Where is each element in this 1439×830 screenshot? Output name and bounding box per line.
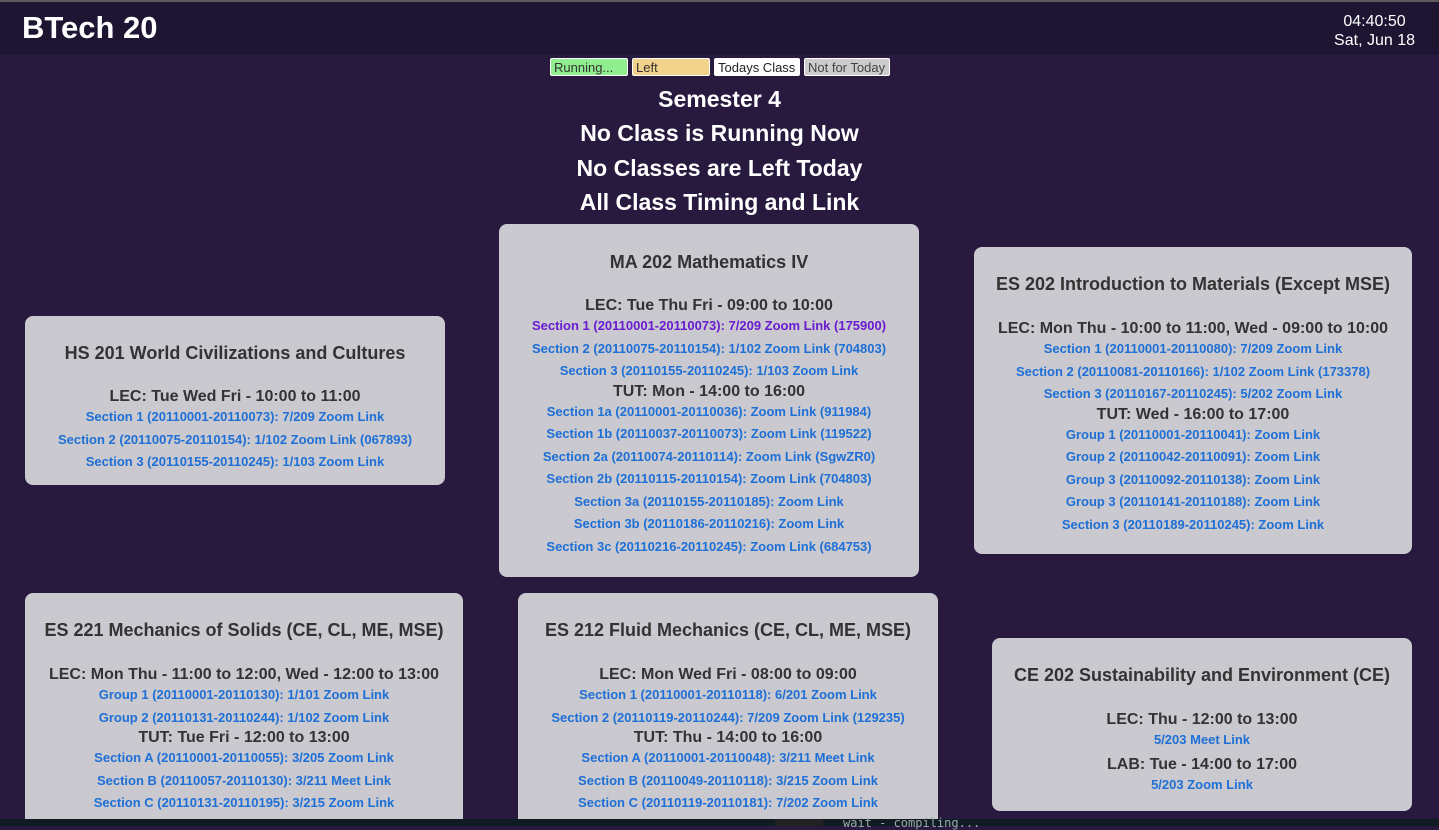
app-title: BTech 20 — [22, 10, 158, 45]
class-link[interactable]: Section C (20110119-20110181): 7/202 Zoo… — [518, 792, 938, 815]
class-link[interactable]: Section 3 (20110167-20110245): 5/202 Zoo… — [974, 383, 1412, 406]
terminal-strip: wait - compiling... — [0, 816, 1439, 830]
all-classes-heading: All Class Timing and Link — [579, 189, 860, 215]
class-link[interactable]: Section 1a (20110001-20110036): Zoom Lin… — [499, 401, 919, 424]
class-link[interactable]: Section 1 (20110001-20110080): 7/209 Zoo… — [974, 338, 1412, 361]
course-card-es212: ES 212 Fluid Mechanics (CE, CL, ME, MSE)… — [518, 593, 938, 826]
tutorial-timing: TUT: Tue Fri - 12:00 to 13:00 — [138, 729, 350, 746]
course-card-es221: ES 221 Mechanics of Solids (CE, CL, ME, … — [25, 593, 463, 826]
legend-not-today: Not for Today — [804, 58, 890, 76]
header-bar: BTech 20 04:40:50 Sat, Jun 18 — [0, 2, 1439, 55]
class-link[interactable]: Section 1 (20110001-20110073): 7/209 Zoo… — [25, 406, 445, 429]
course-title: ES 212 Fluid Mechanics (CE, CL, ME, MSE) — [544, 620, 912, 640]
class-link[interactable]: Section 2 (20110075-20110154): 1/102 Zoo… — [499, 338, 919, 361]
lecture-timing: LEC: Mon Wed Fri - 08:00 to 09:00 — [599, 666, 857, 683]
terminal-output: wait - compiling... — [843, 816, 981, 830]
class-link[interactable]: Section 1b (20110037-20110073): Zoom Lin… — [499, 423, 919, 446]
legend-running: Running... — [550, 58, 628, 76]
legend-left: Left — [632, 58, 710, 76]
course-card-hs201: HS 201 World Civilizations and Cultures … — [25, 316, 445, 485]
class-link[interactable]: Group 1 (20110001-20110041): Zoom Link — [974, 424, 1412, 447]
class-link[interactable]: 5/203 Meet Link — [992, 729, 1412, 752]
class-link[interactable]: Group 1 (20110001-20110130): 1/101 Zoom … — [25, 684, 463, 707]
class-link[interactable]: Section A (20110001-20110055): 3/205 Zoo… — [25, 747, 463, 770]
tutorial-timing: TUT: Mon - 14:00 to 16:00 — [612, 382, 806, 400]
class-link[interactable]: Section 3 (20110155-20110245): 1/103 Zoo… — [499, 360, 919, 383]
lab-timing: LAB: Tue - 14:00 to 17:00 — [1107, 755, 1297, 773]
clock: 04:40:50 Sat, Jun 18 — [1334, 12, 1415, 50]
class-link[interactable]: Section 2a (20110074-20110114): Zoom Lin… — [499, 446, 919, 469]
lecture-timing: LEC: Tue Wed Fri - 10:00 to 11:00 — [109, 388, 361, 405]
class-link[interactable]: Section 2 (20110119-20110244): 7/209 Zoo… — [518, 707, 938, 730]
tutorial-timing: TUT: Wed - 16:00 to 17:00 — [1096, 405, 1290, 423]
class-link[interactable]: Section 2b (20110115-20110154): Zoom Lin… — [499, 468, 919, 491]
class-link[interactable]: Section 3a (20110155-20110185): Zoom Lin… — [499, 491, 919, 514]
class-link[interactable]: Section B (20110049-20110118): 3/215 Zoo… — [518, 770, 938, 793]
legend-today: Todays Class — [714, 58, 800, 76]
lecture-timing: LEC: Mon Thu - 11:00 to 12:00, Wed - 12:… — [48, 666, 439, 683]
class-link[interactable]: Group 2 (20110042-20110091): Zoom Link — [974, 446, 1412, 469]
running-status: No Class is Running Now — [580, 120, 859, 146]
semester-heading: Semester 4 — [658, 86, 781, 112]
class-link[interactable]: 5/203 Zoom Link — [992, 774, 1412, 797]
class-link[interactable]: Section 1 (20110001-20110118): 6/201 Zoo… — [518, 684, 938, 707]
course-card-ma202: MA 202 Mathematics IV LEC: Tue Thu Fri -… — [499, 224, 919, 577]
clock-date: Sat, Jun 18 — [1334, 32, 1415, 49]
class-link[interactable]: Section A (20110001-20110048): 3/211 Mee… — [518, 747, 938, 770]
lecture-timing: LEC: Thu - 12:00 to 13:00 — [1106, 711, 1298, 728]
class-link[interactable]: Group 2 (20110131-20110244): 1/102 Zoom … — [25, 707, 463, 730]
terminal-tab — [775, 819, 823, 826]
class-link[interactable]: Section C (20110131-20110195): 3/215 Zoo… — [25, 792, 463, 815]
lecture-timing: LEC: Tue Thu Fri - 09:00 to 10:00 — [585, 297, 833, 314]
status-legend: Running... Left Todays Class Not for Tod… — [550, 58, 890, 76]
course-title: ES 221 Mechanics of Solids (CE, CL, ME, … — [44, 620, 444, 640]
left-status: No Classes are Left Today — [576, 155, 863, 181]
class-link[interactable]: Section 3c (20110216-20110245): Zoom Lin… — [499, 536, 919, 559]
course-title: MA 202 Mathematics IV — [609, 252, 809, 272]
class-link[interactable]: Section 3 (20110189-20110245): Zoom Link — [974, 514, 1412, 537]
class-link[interactable]: Group 3 (20110092-20110138): Zoom Link — [974, 469, 1412, 492]
class-link[interactable]: Section 3b (20110186-20110216): Zoom Lin… — [499, 513, 919, 536]
class-link[interactable]: Group 3 (20110141-20110188): Zoom Link — [974, 491, 1412, 514]
tutorial-timing: TUT: Thu - 14:00 to 16:00 — [633, 729, 823, 746]
class-link[interactable]: Section 2 (20110081-20110166): 1/102 Zoo… — [974, 361, 1412, 384]
course-title: ES 202 Introduction to Materials (Except… — [995, 274, 1391, 294]
lecture-timing: LEC: Mon Thu - 10:00 to 11:00, Wed - 09:… — [997, 320, 1388, 337]
class-link[interactable]: Section 1 (20110001-20110073): 7/209 Zoo… — [499, 315, 919, 338]
class-link[interactable]: Section 3 (20110155-20110245): 1/103 Zoo… — [25, 451, 445, 474]
class-link[interactable]: Section 2 (20110075-20110154): 1/102 Zoo… — [25, 429, 445, 452]
course-card-ce202: CE 202 Sustainability and Environment (C… — [992, 638, 1412, 811]
course-title: CE 202 Sustainability and Environment (C… — [1013, 665, 1391, 685]
clock-time: 04:40:50 — [1343, 13, 1406, 30]
course-card-es202: ES 202 Introduction to Materials (Except… — [974, 247, 1412, 554]
course-title: HS 201 World Civilizations and Cultures — [64, 343, 406, 363]
class-link[interactable]: Section B (20110057-20110130): 3/211 Mee… — [25, 770, 463, 793]
